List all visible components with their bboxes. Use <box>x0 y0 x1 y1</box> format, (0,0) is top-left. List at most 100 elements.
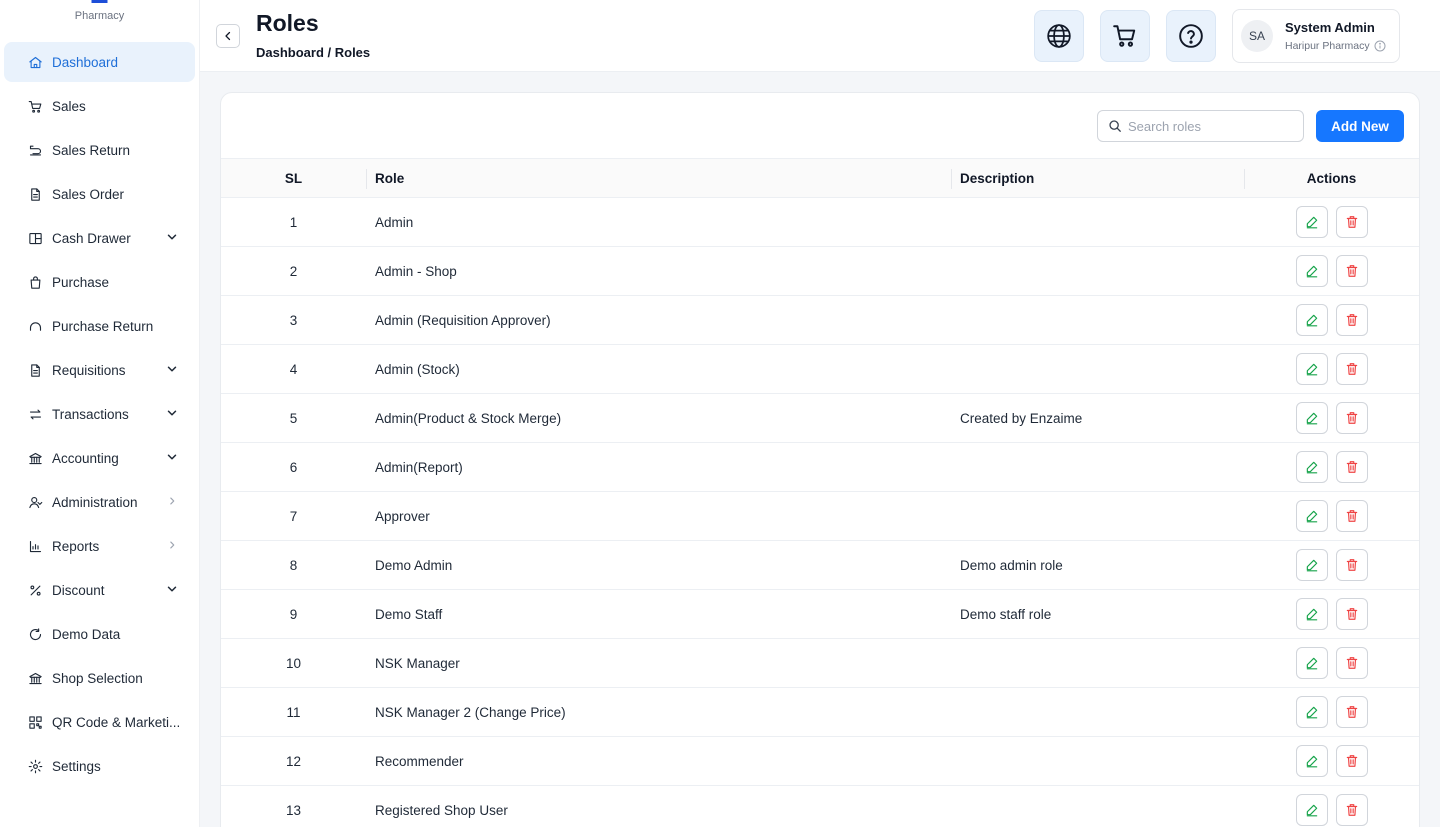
sidebar-item-sales[interactable]: Sales <box>4 86 195 126</box>
chevron-down-icon[interactable] <box>165 450 179 464</box>
sidebar-item-label: Cash Drawer <box>52 230 131 246</box>
trash-icon <box>1346 510 1357 522</box>
delete-button[interactable] <box>1335 500 1368 532</box>
home-icon <box>26 53 44 71</box>
sidebar-item-purchase-return[interactable]: Purchase Return <box>4 306 195 346</box>
sidebar-item-requisitions[interactable]: Requisitions <box>4 350 195 390</box>
cell-role: Admin (Stock) <box>375 361 460 377</box>
delete-button[interactable] <box>1335 255 1368 287</box>
bank-icon <box>26 669 44 687</box>
delete-button[interactable] <box>1335 794 1368 826</box>
delete-button[interactable] <box>1335 549 1368 581</box>
search-field[interactable] <box>1097 110 1304 142</box>
edit-button[interactable] <box>1295 304 1328 336</box>
cell-sl: 11 <box>286 704 301 720</box>
trash-icon <box>1346 461 1357 473</box>
pencil-icon <box>1306 608 1317 621</box>
delete-button[interactable] <box>1335 402 1368 434</box>
brand: ▬ Pharmacy <box>0 0 199 40</box>
edit-button[interactable] <box>1295 451 1328 483</box>
edit-button[interactable] <box>1295 255 1328 287</box>
sidebar-item-settings[interactable]: Settings <box>4 746 195 786</box>
edit-button[interactable] <box>1295 402 1328 434</box>
delete-button[interactable] <box>1335 451 1368 483</box>
edit-button[interactable] <box>1295 598 1328 630</box>
cell-role: Demo Admin <box>375 557 453 573</box>
edit-button[interactable] <box>1295 206 1328 238</box>
info-icon <box>1374 40 1386 52</box>
cell-sl: 12 <box>285 753 302 769</box>
cart-button[interactable] <box>1100 10 1150 62</box>
cell-actions <box>1244 402 1419 434</box>
sidebar-item-demo-data[interactable]: Demo Data <box>4 614 195 654</box>
chevron-down-icon[interactable] <box>165 362 179 376</box>
chevron-right-icon[interactable] <box>165 494 179 508</box>
transfer-icon <box>26 405 44 423</box>
sidebar-item-accounting[interactable]: Accounting <box>4 438 195 478</box>
column-divider <box>1244 169 1245 189</box>
help-button[interactable] <box>1166 10 1216 62</box>
sidebar-item-administration[interactable]: Administration <box>4 482 195 522</box>
bank-icon <box>26 449 44 467</box>
edit-button[interactable] <box>1295 500 1328 532</box>
edit-button[interactable] <box>1295 745 1328 777</box>
sidebar-item-discount[interactable]: Discount <box>4 570 195 610</box>
sidebar-item-sales-order[interactable]: Sales Order <box>4 174 195 214</box>
chevron-down-icon[interactable] <box>165 582 179 596</box>
sidebar-item-shop-selection[interactable]: Shop Selection <box>4 658 195 698</box>
sidebar-item-label: Transactions <box>52 406 129 422</box>
sidebar-item-cash-drawer[interactable]: Cash Drawer <box>4 218 195 258</box>
sidebar-item-reports[interactable]: Reports <box>4 526 195 566</box>
edit-button[interactable] <box>1295 794 1328 826</box>
search-input[interactable] <box>1128 118 1293 134</box>
back-button[interactable] <box>216 24 240 48</box>
edit-button[interactable] <box>1295 647 1328 679</box>
user-menu[interactable]: SA System Admin Haripur Pharmacy <box>1232 9 1400 63</box>
cell-actions <box>1244 647 1419 679</box>
bag-icon <box>26 273 44 291</box>
user-shop: Haripur Pharmacy <box>1285 40 1386 52</box>
table-row: 6 Admin(Report) <box>221 443 1419 492</box>
cell-actions <box>1244 500 1419 532</box>
users-icon <box>26 493 44 511</box>
sidebar-item-sales-return[interactable]: Sales Return <box>4 130 195 170</box>
sidebar-item-qr-code-marketi[interactable]: QR Code & Marketi... <box>4 702 195 742</box>
chevron-down-icon[interactable] <box>165 406 179 420</box>
language-button[interactable] <box>1034 10 1084 62</box>
sidebar-item-transactions[interactable]: Transactions <box>4 394 195 434</box>
refresh-icon <box>26 317 44 335</box>
chevron-right-icon[interactable] <box>165 538 179 552</box>
cell-actions <box>1244 549 1419 581</box>
edit-button[interactable] <box>1295 696 1328 728</box>
chevron-down-icon[interactable] <box>165 230 179 244</box>
sidebar-item-purchase[interactable]: Purchase <box>4 262 195 302</box>
pencil-icon <box>1306 412 1317 425</box>
return-icon <box>26 141 44 159</box>
table-body: 1 Admin 2 Admin - Shop 3 Admin (Requisition A… <box>221 198 1419 827</box>
cell-role: Recommender <box>375 753 464 769</box>
cell-description: Demo staff role <box>960 606 1052 622</box>
breadcrumb: Dashboard / Roles <box>256 45 371 60</box>
delete-button[interactable] <box>1335 353 1368 385</box>
edit-button[interactable] <box>1295 353 1328 385</box>
delete-button[interactable] <box>1335 696 1368 728</box>
delete-button[interactable] <box>1335 206 1368 238</box>
cell-description: Created by Enzaime <box>960 410 1083 426</box>
pencil-icon <box>1306 657 1317 670</box>
delete-button[interactable] <box>1335 598 1368 630</box>
add-new-button[interactable]: Add New <box>1316 110 1404 142</box>
sidebar: ▬ Pharmacy Dashboard Sales Sales Return Sal… <box>0 0 200 827</box>
cell-actions <box>1244 206 1419 238</box>
delete-button[interactable] <box>1335 304 1368 336</box>
trash-icon <box>1346 755 1357 767</box>
edit-button[interactable] <box>1295 549 1328 581</box>
cell-sl: 6 <box>289 459 298 475</box>
globe-icon <box>1047 24 1071 48</box>
cell-role: Admin(Report) <box>375 459 463 475</box>
help-icon <box>1179 24 1203 48</box>
delete-button[interactable] <box>1335 647 1368 679</box>
sidebar-item-dashboard[interactable]: Dashboard <box>4 42 195 82</box>
search-icon <box>1109 120 1121 132</box>
cell-sl: 9 <box>289 606 298 622</box>
delete-button[interactable] <box>1335 745 1368 777</box>
